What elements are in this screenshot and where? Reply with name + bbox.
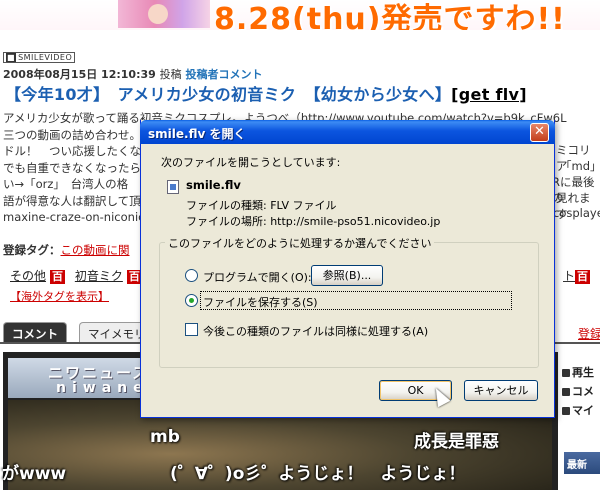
close-icon[interactable]: ✕ [530,123,549,142]
registered-tags: 登録タグ：この動画に関 [3,242,130,258]
tab-comment[interactable]: コメント [3,322,67,342]
uploader-comment-link[interactable]: 投稿者コメント [185,68,262,81]
desc-line: maxine-craze-on-niconic [3,210,145,224]
desc-right-fragment: 「md」 [560,159,600,173]
file-type: ファイルの種類: FLV ファイル [186,199,337,212]
save-file-radio[interactable] [185,294,198,307]
smilevideo-logo: ■ SMILEVIDEO [3,52,76,63]
tag-badge: 百 [575,270,591,284]
danmaku-comment: がwww [2,464,67,484]
danmaku-comment: 成長是罪惡 [414,432,499,452]
video-title: 【今年10才】 アメリカ少女の初音ミク 【幼女から少女へ】[get flv] [5,81,527,105]
desc-right-fragment: cosplaye [553,206,600,220]
always-do-this-label[interactable]: 今後この種類のファイルは同様に処理する(A) [203,323,428,339]
open-with-label[interactable]: プログラムで開く(O): [203,269,312,285]
register-link[interactable]: 登録して [578,325,600,342]
side-item-label: コメ [572,385,594,398]
file-source: ファイルの場所: http://smile-pso51.nicovideo.jp [186,215,441,228]
tag-item-partial-text: ト [563,269,576,283]
desc-line: い→「orz」 台湾人の格 [3,177,129,191]
tag-badge: 百 [50,270,66,284]
file-name: smile.flv [186,178,241,192]
desc-line: でも自重できなくなったら [3,160,141,175]
desc-line: ドル！ つい応援したくな [3,144,141,158]
dialog-titlebar[interactable]: smile.flv を開く ✕ [140,120,555,144]
banner-illustration [118,0,210,28]
side-item-label: マイ [572,404,594,417]
tag-list: その他百 初音ミク百 [10,267,148,284]
smilevideo-logo-mark: ■ [6,53,17,62]
page: 8.28(thu)発売ですわ!! ■ SMILEVIDEO 2008年08月15日… [0,0,600,490]
get-flv-link[interactable]: [get flv] [451,85,527,104]
danmaku-comment: mb [150,427,180,447]
side-item-mylist[interactable]: マイ [562,402,594,418]
save-file-label[interactable]: ファイルを保存する(S) [203,294,318,310]
comment-icon [562,388,570,396]
side-item-label: 再生 [572,366,594,379]
player-banner-subtitle: niwane [56,380,149,396]
smilevideo-logo-text: SMILEVIDEO [18,53,73,62]
dialog-intro: 次のファイルを開こうとしています: [161,156,341,169]
dialog-title: smile.flv を開く [148,127,246,141]
post-label: 投稿 [159,68,182,81]
side-item-play[interactable]: 再生 [562,364,594,380]
banner-text: 8.28(thu)発売ですわ!! [214,2,566,30]
mylist-icon [562,407,570,415]
tags-label: 登録タグ： [3,243,61,257]
tag-item[interactable]: その他 [10,269,46,283]
play-icon [562,369,570,377]
desc-line: 語が得意な人は翻訳して頂 [3,193,141,208]
desc-line: 三つの動画の詰め合わせ。 [3,127,141,142]
cancel-button[interactable]: キャンセル [464,380,538,401]
action-groupbox-legend: このファイルをどのように処理するか選んでください [165,235,435,251]
post-datetime: 2008年08月15日 12:10:39 [3,68,156,81]
newest-header: 最新 [564,452,600,474]
always-do-this-checkbox[interactable] [185,323,198,336]
ad-banner[interactable]: 8.28(thu)発売ですわ!! [0,0,600,30]
show-overseas-tags-link[interactable]: 【海外タグを表示】 [10,288,109,304]
flv-file-icon [167,180,179,194]
side-item-comment[interactable]: コメ [562,383,594,399]
browse-button[interactable]: 参照(B)... [311,265,383,286]
file-open-dialog: smile.flv を開く ✕ 次のファイルを開こうとしています: smile.… [140,120,555,418]
post-dateline: 2008年08月15日 12:10:39 投稿 投稿者コメント [3,66,262,82]
open-with-radio[interactable] [185,269,198,282]
tag-item-partial[interactable]: ト百 [563,267,596,284]
danmaku-comment: (゜∀゜)o彡゜ようじょ！ ようじょ！ [170,464,466,484]
tag-edit-link[interactable]: この動画に関 [61,243,130,257]
tag-item[interactable]: 初音ミク [75,269,123,283]
video-title-text: 【今年10才】 アメリカ少女の初音ミク 【幼女から少女へ】 [5,85,452,104]
